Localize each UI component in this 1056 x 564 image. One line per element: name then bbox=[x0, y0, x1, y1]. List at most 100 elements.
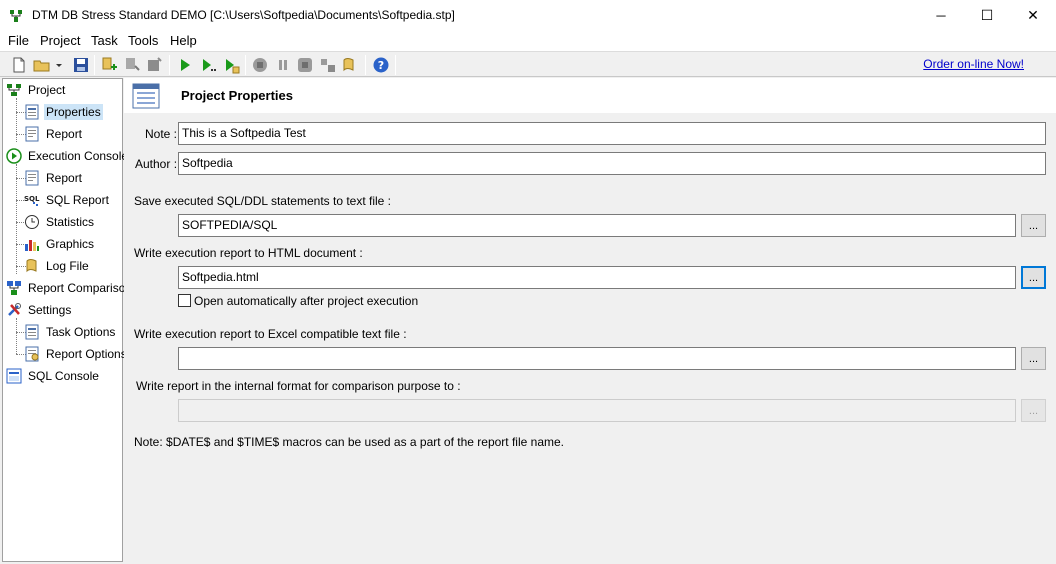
svg-text:?: ? bbox=[378, 59, 384, 72]
tree-item-exec-report[interactable]: Report bbox=[24, 168, 84, 188]
report-doc-icon bbox=[25, 126, 39, 142]
stop-icon[interactable] bbox=[251, 56, 269, 74]
open-automatically-label: Open automatically after project executi… bbox=[194, 294, 419, 308]
run-step-icon[interactable] bbox=[199, 56, 217, 74]
toolbar: ? Order on-line Now! bbox=[0, 51, 1056, 77]
play-circle-icon bbox=[6, 148, 22, 164]
save-icon[interactable] bbox=[72, 56, 90, 74]
open-automatically-checkbox[interactable] bbox=[178, 294, 191, 307]
menu-project[interactable]: Project bbox=[40, 33, 80, 48]
tree-label: Report bbox=[46, 127, 83, 141]
tree-label: SQL Console bbox=[28, 369, 99, 383]
menu-help[interactable]: Help bbox=[170, 33, 197, 48]
close-icon: ✕ bbox=[1027, 7, 1039, 23]
tree-item-sql-report[interactable]: SQL SQL Report bbox=[24, 190, 111, 210]
author-field[interactable]: Softpedia bbox=[178, 152, 1046, 175]
tree-label: Log File bbox=[46, 259, 89, 273]
tree-item-statistics[interactable]: Statistics bbox=[24, 212, 96, 232]
add-task-icon[interactable] bbox=[100, 56, 118, 74]
sql-file-label: Save executed SQL/DDL statements to text… bbox=[134, 194, 392, 208]
edit-task-icon[interactable] bbox=[123, 56, 141, 74]
sql-browse-button[interactable]: ... bbox=[1021, 214, 1046, 237]
tree-icon bbox=[10, 10, 22, 22]
properties-icon bbox=[25, 324, 39, 340]
sql-console-icon bbox=[6, 368, 22, 384]
pause-icon[interactable] bbox=[274, 56, 292, 74]
internal-browse-button: ... bbox=[1021, 399, 1046, 422]
author-label: Author : bbox=[135, 157, 178, 171]
note-field[interactable]: This is a Softpedia Test bbox=[178, 122, 1046, 145]
tree-item-properties[interactable]: Properties bbox=[24, 102, 103, 122]
stop-all-icon[interactable] bbox=[296, 56, 314, 74]
svg-text:SQL: SQL bbox=[24, 195, 40, 203]
tree-item-report[interactable]: Report bbox=[24, 124, 84, 144]
toolbar-separator bbox=[94, 55, 95, 75]
comparison-icon bbox=[7, 281, 21, 295]
html-report-field[interactable]: Softpedia.html bbox=[178, 266, 1016, 289]
excel-browse-button[interactable]: ... bbox=[1021, 347, 1046, 370]
html-report-label: Write execution report to HTML document … bbox=[134, 246, 363, 260]
tree-label: Statistics bbox=[46, 215, 95, 229]
dropdown-arrow-icon[interactable] bbox=[54, 56, 64, 74]
log-icon[interactable] bbox=[341, 56, 359, 74]
maximize-button[interactable]: ☐ bbox=[964, 0, 1010, 31]
delete-task-icon[interactable] bbox=[145, 56, 163, 74]
new-file-icon[interactable] bbox=[10, 56, 28, 74]
macros-note: Note: $DATE$ and $TIME$ macros can be us… bbox=[134, 435, 564, 449]
tree-label: Task Options bbox=[46, 325, 116, 339]
menu-file[interactable]: File bbox=[8, 33, 29, 48]
tree-item-report-comparison[interactable]: Report Comparison bbox=[6, 278, 134, 298]
tree-label: Report Comparison bbox=[28, 281, 133, 295]
navigation-tree: Project Properties Report Execution Cons… bbox=[2, 78, 132, 562]
run-icon[interactable] bbox=[176, 56, 194, 74]
maximize-icon: ☐ bbox=[980, 7, 994, 23]
tree-item-execution-console[interactable]: Execution Console bbox=[6, 146, 130, 166]
properties-icon bbox=[25, 104, 39, 120]
tree-label: SQL Report bbox=[46, 193, 109, 207]
toolbar-separator bbox=[365, 55, 366, 75]
tree-label: Project bbox=[28, 83, 66, 97]
title-bar: DTM DB Stress Standard DEMO [C:\Users\So… bbox=[0, 0, 1056, 31]
minimize-button[interactable]: ─ bbox=[918, 0, 964, 31]
menu-task[interactable]: Task bbox=[91, 33, 118, 48]
page-title: Project Properties bbox=[181, 88, 293, 103]
tree-item-project[interactable]: Project bbox=[6, 80, 67, 100]
clock-icon bbox=[25, 215, 39, 229]
excel-report-label: Write execution report to Excel compatib… bbox=[134, 327, 407, 341]
tree-label: Graphics bbox=[46, 237, 95, 251]
html-browse-button[interactable]: ... bbox=[1021, 266, 1046, 289]
report-icon[interactable] bbox=[319, 56, 337, 74]
properties-form-icon bbox=[132, 83, 160, 109]
tree-label: Report bbox=[46, 171, 83, 185]
report-doc-icon bbox=[25, 170, 39, 186]
properties-panel: Project Properties Note : This is a Soft… bbox=[124, 78, 1056, 564]
tree-item-sql-console[interactable]: SQL Console bbox=[6, 366, 101, 386]
tree-item-log-file[interactable]: Log File bbox=[24, 256, 91, 276]
help-icon[interactable]: ? bbox=[372, 56, 390, 74]
open-folder-icon[interactable] bbox=[33, 56, 51, 74]
menu-tools[interactable]: Tools bbox=[128, 33, 158, 48]
report-options-icon bbox=[25, 346, 39, 362]
tree-label: Settings bbox=[28, 303, 72, 317]
menu-bar: File Project Task Tools Help bbox=[0, 31, 1056, 51]
tree-label: Properties bbox=[44, 104, 103, 120]
tree-item-task-options[interactable]: Task Options bbox=[24, 322, 117, 342]
close-button[interactable]: ✕ bbox=[1010, 0, 1056, 31]
internal-format-field bbox=[178, 399, 1016, 422]
excel-report-field[interactable] bbox=[178, 347, 1016, 370]
window-title: DTM DB Stress Standard DEMO [C:\Users\So… bbox=[32, 8, 455, 22]
tree-icon bbox=[7, 84, 21, 96]
sql-report-icon: SQL bbox=[24, 195, 40, 206]
tree-label: Report Options bbox=[46, 347, 127, 361]
sql-file-field[interactable]: SOFTPEDIA/SQL bbox=[178, 214, 1016, 237]
panel-header: Project Properties bbox=[124, 78, 1056, 113]
tree-item-graphics[interactable]: Graphics bbox=[24, 234, 96, 254]
run-script-icon[interactable] bbox=[222, 56, 240, 74]
tree-item-settings[interactable]: Settings bbox=[6, 300, 73, 320]
toolbar-separator bbox=[245, 55, 246, 75]
order-online-link[interactable]: Order on-line Now! bbox=[923, 57, 1024, 71]
minimize-icon: ─ bbox=[936, 8, 946, 23]
tree-item-report-options[interactable]: Report Options bbox=[24, 344, 129, 364]
scroll-icon bbox=[26, 259, 37, 273]
internal-format-label: Write report in the internal format for … bbox=[136, 379, 461, 393]
